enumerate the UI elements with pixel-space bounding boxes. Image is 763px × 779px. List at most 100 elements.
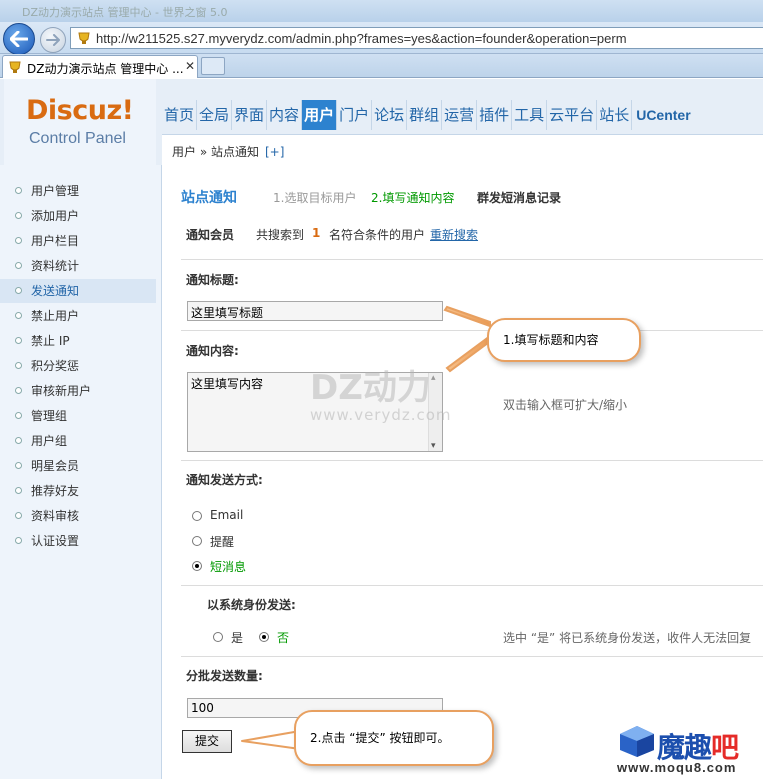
radio-remind[interactable] bbox=[192, 536, 202, 546]
moqu8-url: www.moqu8.com bbox=[617, 760, 737, 775]
step-fill-content: 2.填写通知内容 bbox=[371, 191, 455, 205]
bullet-icon bbox=[15, 287, 22, 294]
address-bar[interactable]: http://w211525.s27.myverydz.com/admin.ph… bbox=[70, 27, 763, 49]
bullet-icon bbox=[15, 337, 22, 344]
divider bbox=[181, 259, 763, 260]
close-icon[interactable]: ✕ bbox=[185, 59, 195, 73]
browser-toolbar: http://w211525.s27.myverydz.com/admin.ph… bbox=[0, 22, 763, 55]
bullet-icon bbox=[15, 262, 22, 269]
back-button[interactable] bbox=[3, 23, 35, 55]
watermark-sub: www.verydz.com bbox=[310, 406, 452, 424]
sidebar-item-ban-user[interactable]: 禁止用户 bbox=[0, 304, 156, 328]
address-url: http://w211525.s27.myverydz.com/admin.ph… bbox=[96, 31, 627, 46]
method-label: 通知发送方式: bbox=[186, 473, 263, 487]
nav-item-groups[interactable]: 群组 bbox=[407, 100, 443, 130]
radio-system-no[interactable] bbox=[259, 632, 269, 642]
bullet-icon bbox=[15, 312, 22, 319]
sidebar-item-profile-review[interactable]: 资料审核 bbox=[0, 504, 156, 528]
sidebar-item-ban-ip[interactable]: 禁止 IP bbox=[0, 329, 156, 353]
research-link[interactable]: 重新搜索 bbox=[430, 226, 478, 243]
step-message-log[interactable]: 群发短消息记录 bbox=[477, 189, 561, 206]
bullet-icon bbox=[15, 237, 22, 244]
top-nav: 首页 全局 界面 内容 用户 门户 论坛 群组 运营 插件 工具 云平台 站长 … bbox=[162, 100, 693, 130]
nav-item-cloud[interactable]: 云平台 bbox=[547, 100, 598, 130]
batch-label: 分批发送数量: bbox=[186, 669, 263, 683]
callout-click-submit: 2.点击 “提交” 按钮即可。 bbox=[294, 710, 494, 766]
radio-system-yes[interactable] bbox=[213, 632, 223, 642]
breadcrumb: 用户 » 站点通知 [+] bbox=[172, 143, 284, 160]
admin-header: Discuz! Control Panel 首页 全局 界面 内容 用户 门户 … bbox=[0, 79, 763, 165]
divider bbox=[181, 585, 763, 586]
nav-item-operation[interactable]: 运营 bbox=[442, 100, 478, 130]
content-hint: 双击输入框可扩大/缩小 bbox=[503, 398, 628, 412]
members-summary: 通知会员 共搜索到 1 名符合条件的用户 重新搜索 bbox=[186, 226, 478, 243]
bullet-icon bbox=[15, 387, 22, 394]
title-label: 通知标题: bbox=[186, 273, 239, 287]
cube-logo-icon bbox=[620, 726, 654, 757]
bullet-icon bbox=[15, 512, 22, 519]
nav-item-interface[interactable]: 界面 bbox=[232, 100, 268, 130]
radio-pm[interactable] bbox=[192, 561, 202, 571]
nav-item-webmaster[interactable]: 站长 bbox=[597, 100, 633, 130]
bullet-icon bbox=[15, 537, 22, 544]
bullet-icon bbox=[15, 187, 22, 194]
sidebar-item-send-notice[interactable]: 发送通知 bbox=[0, 279, 156, 303]
nav-item-portal[interactable]: 门户 bbox=[337, 100, 373, 130]
sidebar-item-user-groups[interactable]: 用户组 bbox=[0, 429, 156, 453]
arrow-right-icon bbox=[46, 34, 60, 46]
bullet-icon bbox=[15, 362, 22, 369]
window-title: DZ动力演示站点 管理中心 - 世界之窗 5.0 bbox=[0, 0, 763, 22]
divider bbox=[181, 330, 763, 331]
tab-admin-panel[interactable]: DZ动力演示站点 管理中心 ... ✕ bbox=[2, 55, 198, 78]
members-label: 通知会员 bbox=[186, 228, 235, 242]
breadcrumb-add-button[interactable]: [+] bbox=[265, 145, 284, 159]
breadcrumb-text[interactable]: 用户 » 站点通知 bbox=[172, 145, 259, 159]
sidebar-item-verification[interactable]: 认证设置 bbox=[0, 529, 156, 553]
title-input[interactable]: 这里填写标题 bbox=[187, 301, 443, 321]
sidebar-item-add-user[interactable]: 添加用户 bbox=[0, 204, 156, 228]
moqu8-logo: 魔趣吧 www.moqu8.com bbox=[617, 722, 763, 779]
members-count: 1 bbox=[312, 226, 321, 240]
sidebar-item-review-users[interactable]: 审核新用户 bbox=[0, 379, 156, 403]
bullet-icon bbox=[15, 487, 22, 494]
sidebar-item-user-fields[interactable]: 用户栏目 bbox=[0, 229, 156, 253]
nav-item-users[interactable]: 用户 bbox=[302, 100, 338, 130]
forward-button[interactable] bbox=[40, 27, 66, 53]
step-select-users[interactable]: 1.选取目标用户 bbox=[273, 189, 356, 206]
main-panel: 站点通知 1.选取目标用户 2.填写通知内容 群发短消息记录 通知会员 共搜索到… bbox=[163, 165, 763, 779]
sidebar-item-admin-groups[interactable]: 管理组 bbox=[0, 404, 156, 428]
nav-item-global[interactable]: 全局 bbox=[197, 100, 233, 130]
tab-title: DZ动力演示站点 管理中心 ... bbox=[27, 62, 184, 76]
nav-item-plugins[interactable]: 插件 bbox=[477, 100, 513, 130]
nav-item-home[interactable]: 首页 bbox=[162, 100, 198, 130]
trophy-icon bbox=[9, 61, 21, 73]
divider bbox=[181, 656, 763, 657]
radio-email[interactable] bbox=[192, 511, 202, 521]
submit-button[interactable]: 提交 bbox=[182, 730, 232, 753]
new-tab-button[interactable] bbox=[201, 57, 225, 75]
bullet-icon bbox=[15, 462, 22, 469]
nav-item-forum[interactable]: 论坛 bbox=[372, 100, 408, 130]
bullet-icon bbox=[15, 412, 22, 419]
callout-fill-title-content: 1.填写标题和内容 bbox=[487, 318, 641, 362]
breadcrumb-bar: 用户 » 站点通知 [+] bbox=[162, 134, 763, 165]
sidebar-item-star-members[interactable]: 明星会员 bbox=[0, 454, 156, 478]
discuz-logo[interactable]: Discuz! Control Panel bbox=[4, 79, 156, 165]
tab-bar: DZ动力演示站点 管理中心 ... ✕ bbox=[0, 54, 763, 78]
sidebar: 用户管理 添加用户 用户栏目 资料统计 发送通知 禁止用户 禁止 IP 积分奖惩… bbox=[0, 165, 162, 779]
nav-item-tools[interactable]: 工具 bbox=[512, 100, 548, 130]
nav-item-ucenter[interactable]: UCenter bbox=[632, 100, 692, 130]
nav-item-content[interactable]: 内容 bbox=[267, 100, 303, 130]
step-indicator: 站点通知 1.选取目标用户 2.填写通知内容 群发短消息记录 bbox=[181, 187, 561, 207]
bullet-icon bbox=[15, 212, 22, 219]
sidebar-item-profile-stats[interactable]: 资料统计 bbox=[0, 254, 156, 278]
sidebar-item-user-manage[interactable]: 用户管理 bbox=[0, 179, 156, 203]
sidebar-item-credits[interactable]: 积分奖惩 bbox=[0, 354, 156, 378]
divider bbox=[181, 460, 763, 461]
members-text-b: 名符合条件的用户 bbox=[329, 228, 426, 242]
sidebar-item-recommend-friends[interactable]: 推荐好友 bbox=[0, 479, 156, 503]
watermark-main: DZ动力 bbox=[310, 368, 431, 408]
logo-main-text: Discuz! bbox=[26, 95, 134, 126]
members-text-a: 共搜索到 bbox=[256, 228, 305, 242]
arrow-left-icon bbox=[10, 31, 28, 47]
